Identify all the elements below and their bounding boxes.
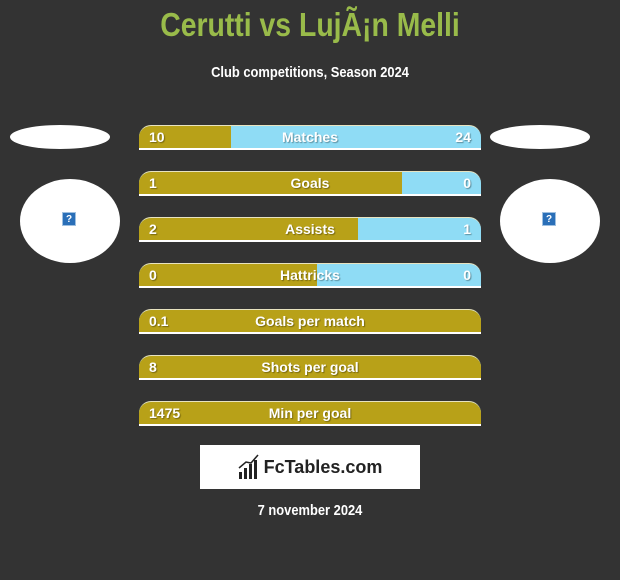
stat-label: Matches	[281, 129, 339, 145]
right-value: 1	[463, 221, 471, 237]
date-label: 7 november 2024	[257, 502, 363, 519]
competition-subtitle: Club competitions, Season 2024	[211, 64, 409, 81]
stat-row: 0 Hattricks 0	[139, 263, 481, 288]
broken-image-icon: ?	[62, 212, 76, 226]
stat-row: 8 Shots per goal	[139, 355, 481, 380]
left-player-photo: ?	[20, 179, 120, 263]
stat-label: Goals	[290, 175, 330, 191]
stat-row: 10 Matches 24	[139, 125, 481, 150]
right-value: 0	[463, 267, 471, 283]
stat-row: 1 Goals 0	[139, 171, 481, 196]
stat-row: 0.1 Goals per match	[139, 309, 481, 334]
right-value: 0	[463, 175, 471, 191]
stat-label: Assists	[285, 221, 335, 237]
bar-chart-icon	[238, 454, 259, 479]
right-team-badge	[490, 125, 590, 149]
right-value: 24	[455, 129, 471, 145]
broken-image-icon: ?	[542, 212, 556, 226]
stat-row: 2 Assists 1	[139, 217, 481, 242]
stat-label: Goals per match	[255, 313, 365, 329]
fctables-logo[interactable]: FcTables.com	[200, 445, 420, 489]
stat-label: Shots per goal	[261, 359, 359, 375]
page-title: Cerutti vs LujÃ¡n Melli	[160, 6, 460, 43]
right-player-photo: ?	[500, 179, 600, 263]
logo-text: FcTables.com	[263, 456, 383, 477]
stat-label: Hattricks	[280, 267, 340, 283]
stat-row: 1475 Min per goal	[139, 401, 481, 426]
left-team-badge	[10, 125, 110, 149]
stat-label: Min per goal	[268, 405, 352, 421]
